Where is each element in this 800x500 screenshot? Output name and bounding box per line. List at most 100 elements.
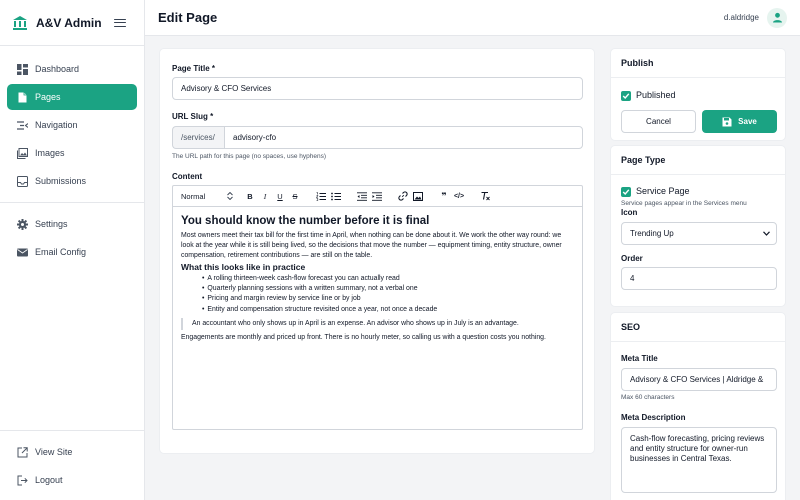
content-blockquote: An accountant who only shows up in April… — [181, 317, 574, 330]
sidebar-item-logout[interactable]: Logout — [7, 467, 137, 493]
clear-format-icon[interactable] — [480, 191, 490, 201]
service-page-label: Service Page — [636, 186, 690, 196]
sidebar-item-navigation[interactable]: Navigation — [7, 112, 137, 138]
bold-icon[interactable]: B — [245, 191, 255, 201]
updown-icon — [227, 192, 233, 200]
link-icon[interactable] — [398, 191, 408, 201]
meta-description-label: Meta Description — [621, 413, 686, 422]
page-form-card: Page Title * Advisory & CFO Services URL… — [159, 48, 595, 454]
sidebar-item-label: Email Config — [35, 247, 87, 257]
outdent-icon[interactable] — [357, 191, 367, 201]
seo-card: SEO Meta Title Advisory & CFO Services |… — [610, 312, 786, 500]
content-paragraph: Most owners meet their tax bill for the … — [181, 232, 562, 259]
cancel-button[interactable]: Cancel — [621, 110, 696, 133]
sidebar-item-label: Submissions — [35, 176, 87, 186]
list-item: Entity and compensation structure revisi… — [202, 305, 574, 315]
sidebar-item-view-site[interactable]: View Site — [7, 439, 137, 465]
seo-title: SEO — [611, 313, 785, 342]
inbox-icon — [17, 175, 28, 187]
checkmark-icon — [622, 189, 630, 196]
sidebar-item-label: Settings — [35, 219, 68, 229]
meta-description-textarea[interactable]: Cash-flow forecasting, pricing reviews a… — [621, 427, 777, 493]
italic-icon[interactable]: I — [260, 191, 270, 201]
url-slug-input[interactable]: advisory-cfo — [224, 126, 583, 149]
strikethrough-icon[interactable]: S — [290, 191, 300, 201]
editor-toolbar: Normal B I U S ❞ </> — [173, 186, 582, 207]
sidebar-item-submissions[interactable]: Submissions — [7, 168, 137, 194]
nav-divider — [0, 202, 144, 203]
content-paragraph: Engagements are monthly and priced up fr… — [181, 333, 546, 341]
service-page-hint: Service pages appear in the Services men… — [621, 200, 747, 207]
brand: A&V Admin — [0, 0, 144, 45]
content-label: Content — [172, 172, 203, 181]
meta-title-hint: Max 60 characters — [621, 394, 675, 401]
bank-icon — [13, 15, 27, 30]
page-type-card: Page Type Service Page Service pages app… — [610, 145, 786, 307]
bottom-divider — [0, 430, 144, 431]
list-item: Quarterly planning sessions with a writt… — [202, 284, 574, 294]
sidebar-item-settings[interactable]: Settings — [7, 211, 137, 237]
sidebar-item-email-config[interactable]: Email Config — [7, 239, 137, 265]
page-title-label: Page Title * — [172, 64, 215, 73]
dashboard-icon — [17, 63, 28, 75]
rich-text-editor: Normal B I U S ❞ </> You should know the… — [172, 185, 583, 430]
ordered-list-icon[interactable] — [316, 191, 326, 201]
sidebar-item-label: Images — [35, 148, 65, 158]
save-button[interactable]: Save — [702, 110, 777, 133]
underline-icon[interactable]: U — [275, 191, 285, 201]
hamburger-menu-icon[interactable] — [114, 18, 126, 28]
format-select-value: Normal — [181, 191, 206, 201]
content-subheading: What this looks like in practice — [181, 262, 306, 272]
chevron-down-icon — [763, 231, 770, 236]
page-title-input[interactable]: Advisory & CFO Services — [172, 77, 583, 100]
image-icon[interactable] — [413, 191, 423, 201]
sidebar: A&V Admin Dashboard Pages Navigation Ima… — [0, 0, 145, 500]
sidebar-bottom: View Site Logout — [0, 439, 144, 495]
content-heading: You should know the number before it is … — [181, 215, 430, 227]
file-icon — [17, 92, 28, 103]
icon-select[interactable]: Trending Up — [621, 222, 777, 245]
page-title: Edit Page — [158, 10, 218, 25]
bullet-list-icon[interactable] — [331, 191, 341, 201]
logout-icon — [17, 475, 28, 486]
order-label: Order — [621, 254, 643, 263]
avatar[interactable] — [767, 7, 787, 28]
icon-label: Icon — [621, 208, 638, 217]
publish-title: Publish — [611, 49, 785, 78]
sidebar-nav: Dashboard Pages Navigation Images Submis… — [0, 46, 144, 265]
sidebar-item-label: Logout — [35, 475, 63, 485]
meta-title-label: Meta Title — [621, 354, 658, 363]
order-input[interactable]: 4 — [621, 267, 777, 290]
checkmark-icon — [622, 93, 630, 100]
blockquote-icon[interactable]: ❞ — [439, 191, 449, 201]
sidebar-item-label: Pages — [35, 92, 61, 102]
sidebar-item-images[interactable]: Images — [7, 140, 137, 166]
publish-card: Publish Published Cancel Save — [610, 48, 786, 141]
envelope-icon — [17, 247, 28, 258]
slug-hint: The URL path for this page (no spaces, u… — [172, 153, 327, 160]
menu-indent-icon — [17, 120, 28, 131]
floppy-disk-icon — [722, 117, 732, 126]
list-item: Pricing and margin review by service lin… — [202, 294, 574, 304]
page-type-title: Page Type — [611, 146, 785, 175]
app-name: A&V Admin — [36, 15, 102, 30]
indent-icon[interactable] — [372, 191, 382, 201]
user-icon — [772, 12, 782, 23]
published-label: Published — [636, 90, 676, 100]
topbar: Edit Page d.aldridge — [145, 0, 800, 36]
icon-select-value: Trending Up — [630, 229, 674, 238]
url-slug-label: URL Slug * — [172, 112, 214, 121]
images-icon — [17, 147, 28, 159]
meta-title-input[interactable]: Advisory & CFO Services | Aldridge & — [621, 368, 777, 391]
format-select[interactable]: Normal — [181, 192, 233, 201]
content-bullet-list: A rolling thirteen-week cash-flow foreca… — [181, 274, 574, 315]
save-button-label: Save — [738, 117, 757, 126]
code-icon[interactable]: </> — [454, 191, 464, 201]
editor-content[interactable]: You should know the number before it is … — [173, 207, 582, 343]
sidebar-item-label: View Site — [35, 447, 73, 457]
sidebar-item-label: Dashboard — [35, 64, 80, 74]
service-page-checkbox[interactable] — [621, 187, 631, 197]
published-checkbox[interactable] — [621, 91, 631, 101]
sidebar-item-pages[interactable]: Pages — [7, 84, 137, 110]
sidebar-item-dashboard[interactable]: Dashboard — [7, 56, 137, 82]
